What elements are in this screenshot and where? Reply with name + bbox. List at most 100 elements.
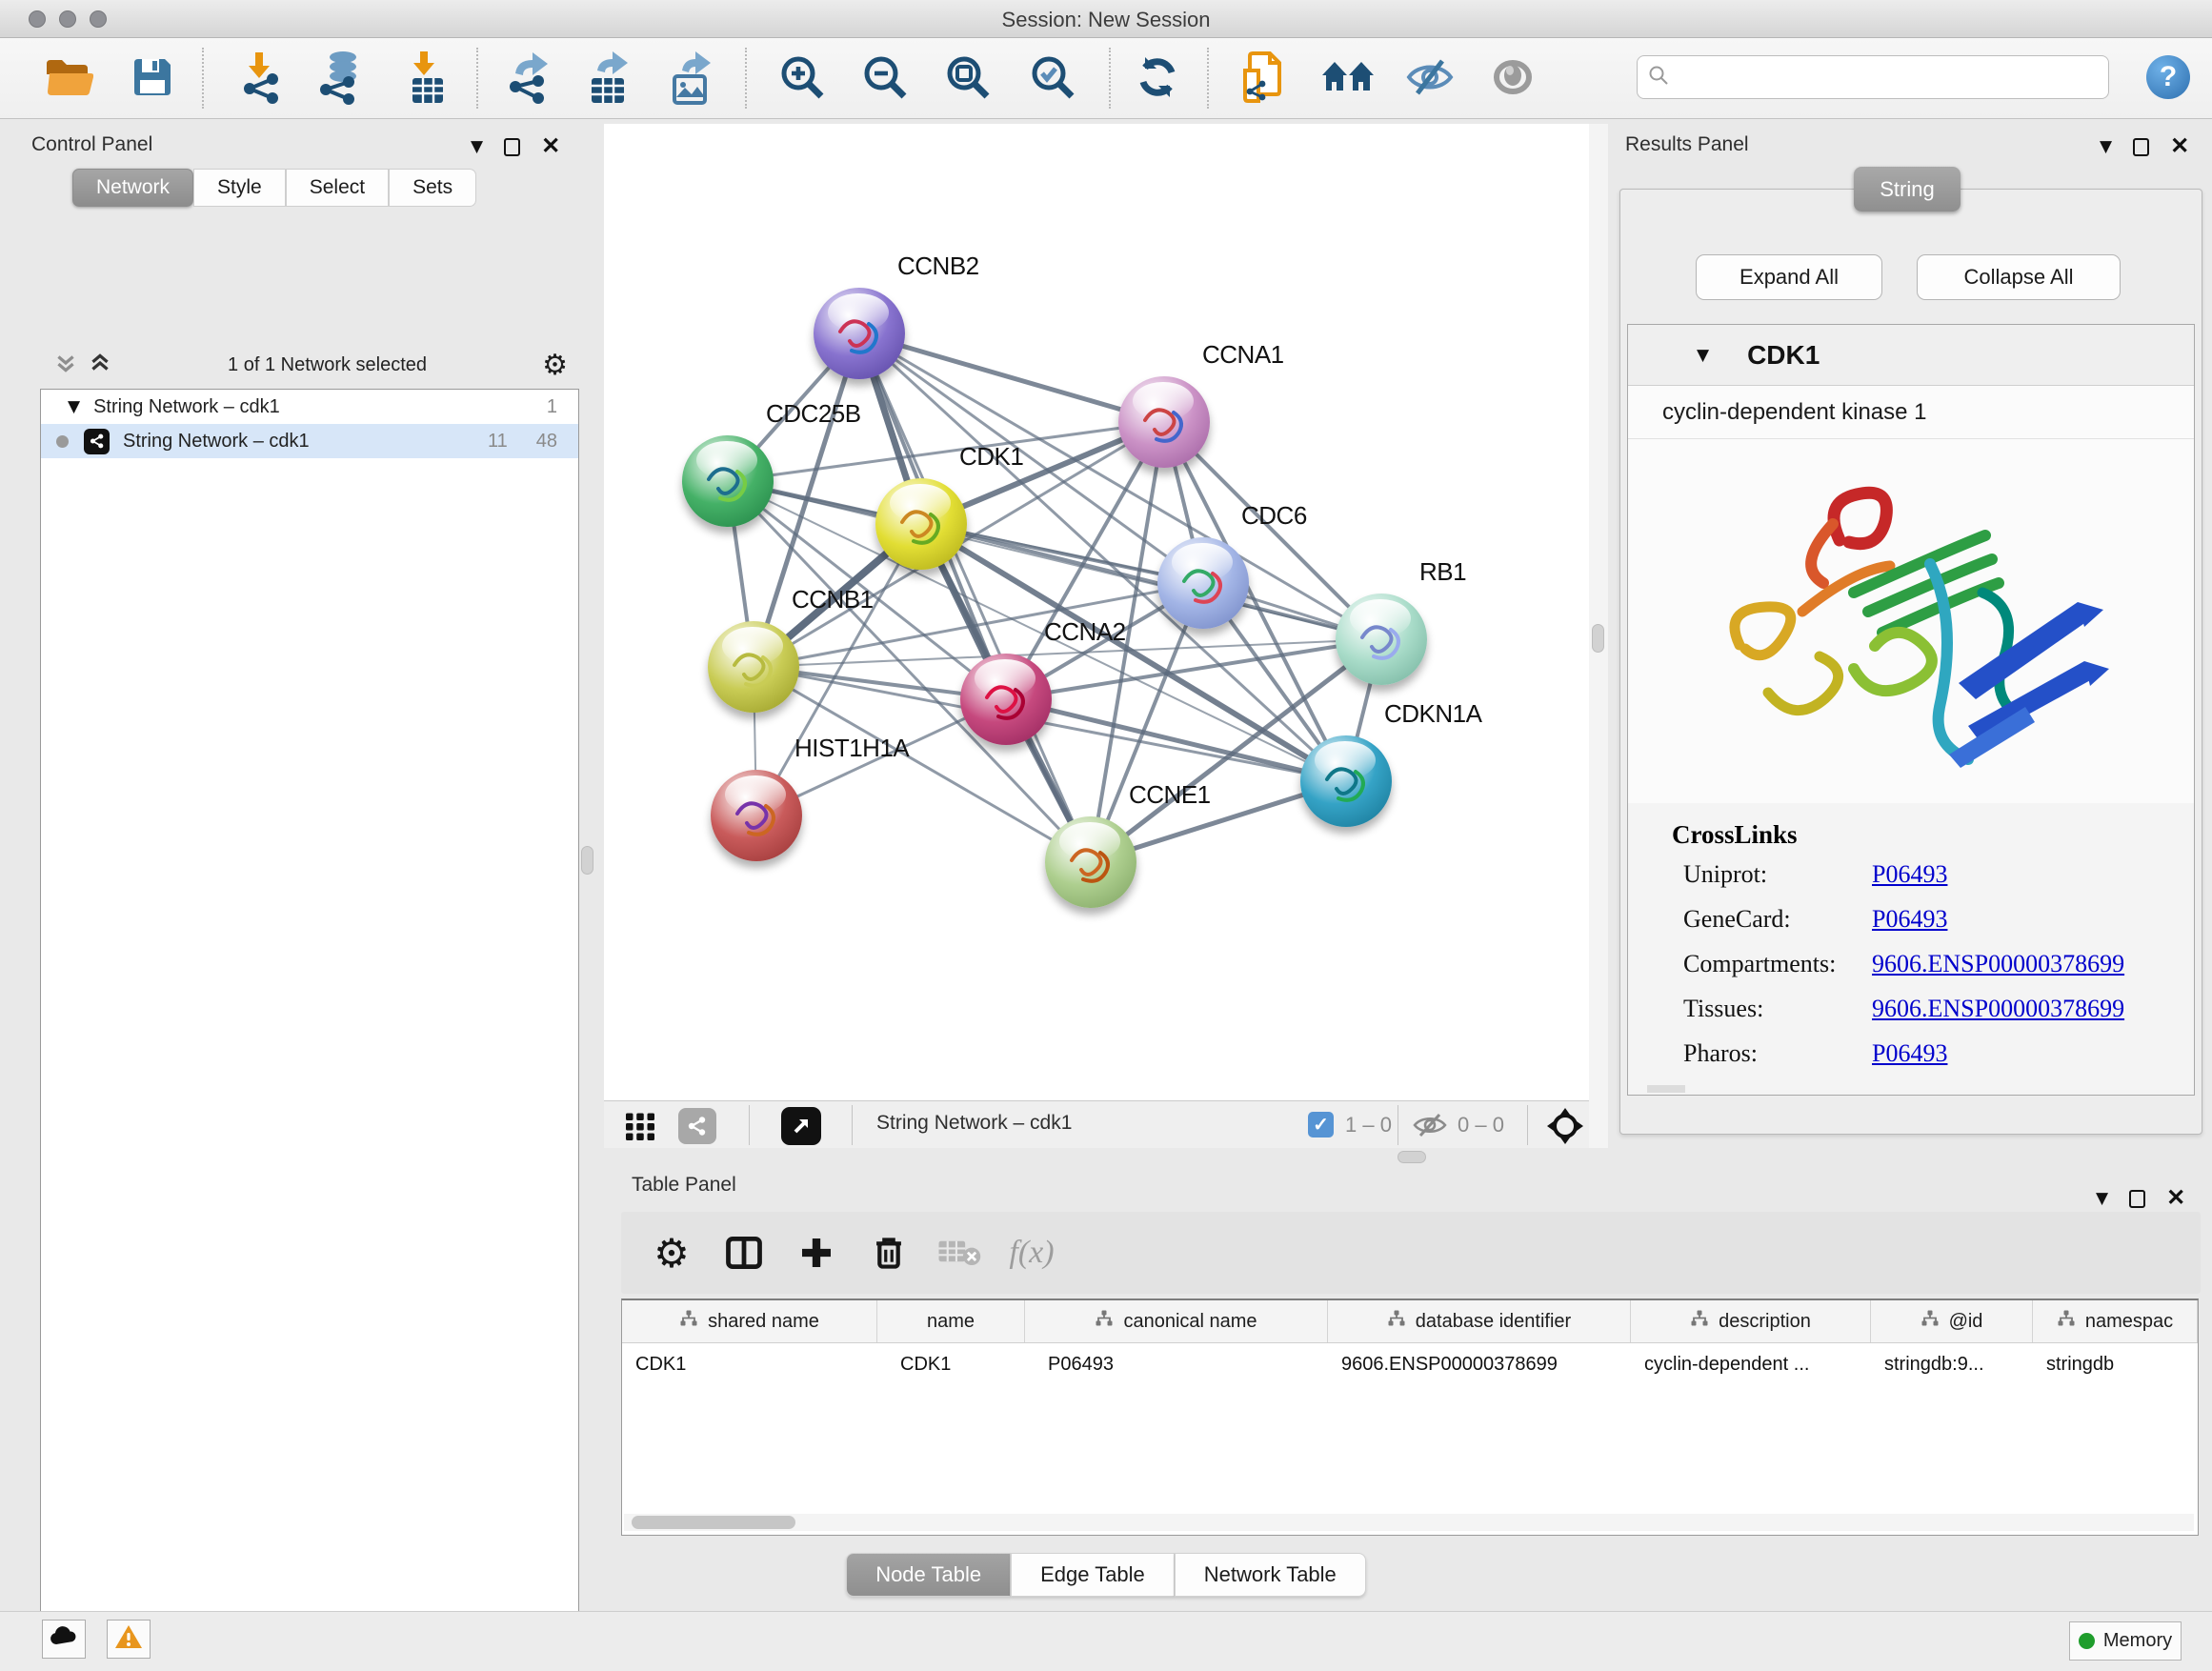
- table-panel-collapse-icon[interactable]: ▼: [2096, 1189, 2108, 1208]
- zoom-in-button[interactable]: [775, 51, 829, 107]
- network-node-cdkn1a[interactable]: [1300, 735, 1392, 827]
- tab-network[interactable]: Network: [72, 169, 193, 207]
- vertical-splitter[interactable]: [1589, 124, 1608, 1148]
- crosshair-icon[interactable]: [1545, 1106, 1585, 1151]
- expand-all-button[interactable]: Expand All: [1696, 254, 1882, 300]
- help-button[interactable]: ?: [2146, 55, 2190, 99]
- network-node-cdk1[interactable]: [875, 478, 967, 570]
- show-graphics-button[interactable]: [1486, 51, 1539, 107]
- network-options-gear-icon[interactable]: ⚙: [542, 349, 568, 382]
- results-panel-collapse-icon[interactable]: ▼: [2100, 137, 2112, 156]
- delete-table-icon[interactable]: [932, 1225, 987, 1280]
- network-node-cdc6[interactable]: [1157, 537, 1249, 629]
- panel-splitter-handle[interactable]: [581, 846, 593, 875]
- crosslink-link[interactable]: 9606.ENSP00000378699: [1872, 950, 2124, 978]
- column-header-canonical-name[interactable]: canonical name: [1025, 1300, 1328, 1342]
- protein-collapse-icon[interactable]: ▼: [1697, 346, 1709, 365]
- export-table-button[interactable]: [582, 51, 635, 107]
- network-edge[interactable]: [859, 333, 1091, 862]
- column-header-description[interactable]: description: [1631, 1300, 1871, 1342]
- network-node-cdc25b[interactable]: [682, 435, 774, 527]
- table-row[interactable]: CDK1CDK1P064939606.ENSP00000378699cyclin…: [622, 1343, 2198, 1385]
- create-column-plus-icon[interactable]: [789, 1225, 844, 1280]
- tab-edge-table[interactable]: Edge Table: [1011, 1553, 1175, 1597]
- zoom-selected-button[interactable]: [1026, 51, 1079, 107]
- export-image-button[interactable]: [665, 51, 718, 107]
- table-panel-float-icon[interactable]: [2129, 1190, 2145, 1208]
- column-header-database-identifier[interactable]: database identifier: [1328, 1300, 1631, 1342]
- export-network-button[interactable]: [500, 51, 553, 107]
- crosslink-link[interactable]: P06493: [1872, 905, 1947, 934]
- import-network-file-button[interactable]: [233, 51, 287, 107]
- collapse-all-networks-icon[interactable]: [53, 351, 78, 380]
- horizontal-splitter-handle[interactable]: [1398, 1151, 1426, 1163]
- scrollbar-thumb[interactable]: [632, 1516, 795, 1529]
- node-structure-glyph: [814, 288, 905, 379]
- crosslink-link[interactable]: P06493: [1872, 860, 1947, 889]
- tab-sets[interactable]: Sets: [389, 169, 476, 207]
- cloud-button[interactable]: [42, 1620, 86, 1659]
- control-panel-float-icon[interactable]: [504, 138, 520, 156]
- open-in-new-window-icon[interactable]: [781, 1107, 821, 1145]
- network-collection-row[interactable]: ▼ String Network – cdk1 1: [41, 390, 578, 424]
- crosslink-link[interactable]: P06493: [1872, 1039, 1947, 1068]
- collection-expand-icon[interactable]: ▼: [68, 397, 80, 416]
- network-status-dot-icon: [56, 435, 69, 448]
- column-label: shared name: [708, 1311, 819, 1333]
- open-session-button[interactable]: [42, 51, 95, 107]
- string-results-tab[interactable]: String: [1854, 167, 1961, 211]
- table-settings-gear-icon[interactable]: ⚙: [644, 1225, 699, 1280]
- import-table-button[interactable]: [400, 51, 453, 107]
- node-label-rb1: RB1: [1419, 557, 1466, 587]
- network-node-rb1[interactable]: [1336, 594, 1427, 685]
- column-header-namespac[interactable]: namespac: [2033, 1300, 2198, 1342]
- network-node-ccna1[interactable]: [1118, 376, 1210, 468]
- network-node-ccnb1[interactable]: [708, 621, 799, 713]
- crosslink-link[interactable]: 9606.ENSP00000378699: [1872, 995, 2124, 1023]
- memory-button[interactable]: Memory: [2069, 1621, 2182, 1661]
- mini-scrollbar-stub[interactable]: [1647, 1085, 1685, 1093]
- hide-graphics-button[interactable]: [1403, 51, 1457, 107]
- delete-column-trash-icon[interactable]: [861, 1225, 916, 1280]
- column-label: namespac: [2085, 1311, 2173, 1333]
- network-node-hist1h1a[interactable]: [711, 770, 802, 861]
- control-panel-collapse-icon[interactable]: ▼: [471, 137, 483, 156]
- control-panel-close-icon[interactable]: ✕: [541, 135, 560, 158]
- import-network-database-button[interactable]: [312, 51, 366, 107]
- grid-view-icon[interactable]: [622, 1109, 658, 1148]
- protein-card-header[interactable]: ▼ CDK1: [1628, 325, 2194, 386]
- share-view-icon[interactable]: [678, 1108, 716, 1144]
- share-document-button[interactable]: [1236, 51, 1289, 107]
- network-canvas[interactable]: CCNB2 CCNA1 CDC25B CDK1 CDC6: [604, 124, 1589, 1100]
- search-input[interactable]: [1679, 67, 2108, 89]
- column-header-shared-name[interactable]: shared name: [622, 1300, 877, 1342]
- protein-structure-image: [1628, 439, 2194, 803]
- network-node-ccne1[interactable]: [1045, 816, 1136, 908]
- column-header--id[interactable]: @id: [1871, 1300, 2033, 1342]
- save-session-button[interactable]: [126, 51, 179, 107]
- tab-network-table[interactable]: Network Table: [1175, 1553, 1366, 1597]
- crosslink-label: Pharos:: [1683, 1039, 1872, 1068]
- table-panel-close-icon[interactable]: ✕: [2166, 1187, 2185, 1210]
- zoom-out-button[interactable]: [858, 51, 912, 107]
- tab-node-table[interactable]: Node Table: [846, 1553, 1011, 1597]
- results-panel-close-icon[interactable]: ✕: [2170, 135, 2189, 158]
- network-node-ccna2[interactable]: [960, 654, 1052, 745]
- collapse-all-button[interactable]: Collapse All: [1917, 254, 2121, 300]
- network-row[interactable]: String Network – cdk1 11 48: [41, 424, 578, 458]
- function-builder-icon[interactable]: f(x): [1004, 1225, 1059, 1280]
- warnings-button[interactable]: [107, 1620, 151, 1659]
- splitter-handle[interactable]: [1592, 624, 1604, 653]
- hidden-elements-eye-slash-icon[interactable]: [1412, 1111, 1448, 1144]
- network-node-ccnb2[interactable]: [814, 288, 905, 379]
- column-header-name[interactable]: name: [877, 1300, 1025, 1342]
- home-button[interactable]: [1321, 51, 1375, 107]
- results-panel-float-icon[interactable]: [2133, 138, 2149, 156]
- tab-select[interactable]: Select: [286, 169, 389, 207]
- expand-all-networks-icon[interactable]: [88, 351, 112, 380]
- show-columns-icon[interactable]: [716, 1225, 772, 1280]
- tab-style[interactable]: Style: [193, 169, 286, 207]
- selected-nodes-checkbox[interactable]: ✓: [1308, 1112, 1334, 1137]
- refresh-button[interactable]: [1131, 51, 1184, 107]
- zoom-fit-button[interactable]: [941, 51, 995, 107]
